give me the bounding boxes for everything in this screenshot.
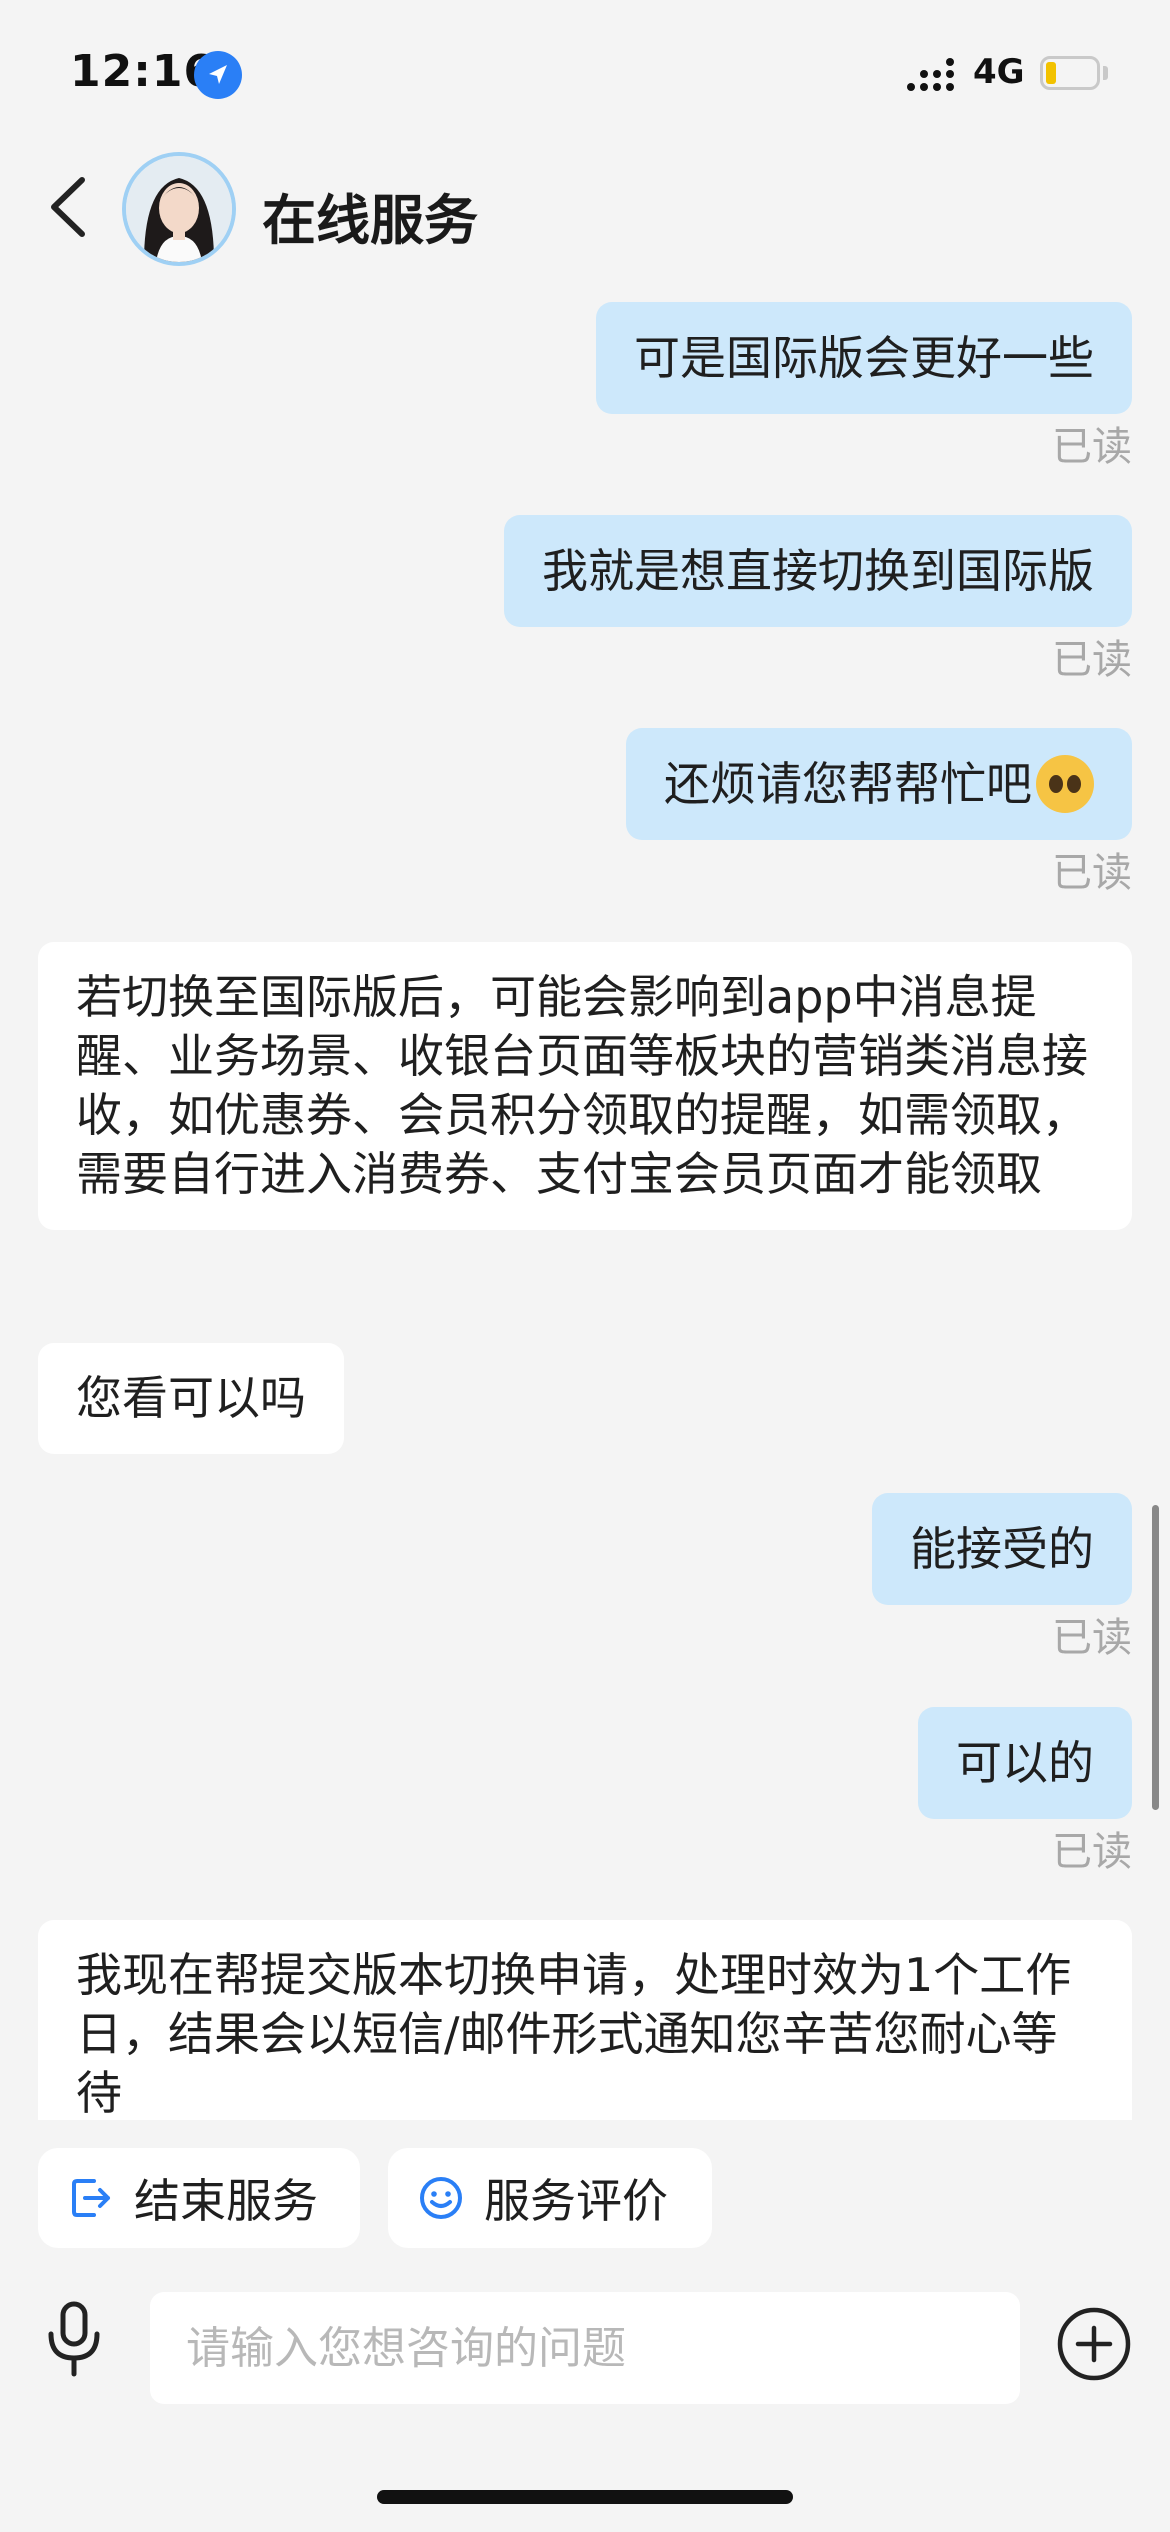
read-status: 已读 xyxy=(1052,850,1132,896)
signal-icon xyxy=(907,58,954,91)
agent-message[interactable]: 若切换至国际版后，可能会影响到app中消息提醒、业务场景、收银台页面等板块的营销… xyxy=(38,942,1132,1230)
pleading-face-emoji xyxy=(1036,755,1094,813)
chat-area[interactable]: 可是国际版会更好一些 已读 我就是想直接切换到国际版 已读 还烦请您帮帮忙吧 已… xyxy=(0,290,1170,2120)
chevron-left-icon[interactable] xyxy=(40,172,100,242)
exit-icon xyxy=(72,2179,110,2217)
rate-service-label: 服务评价 xyxy=(484,2174,668,2228)
location-arrow-icon xyxy=(194,51,242,99)
end-service-button[interactable]: 结束服务 xyxy=(38,2148,360,2248)
home-indicator[interactable] xyxy=(377,2490,793,2504)
plus-circle-icon[interactable] xyxy=(1056,2306,1132,2382)
user-message[interactable]: 我就是想直接切换到国际版 xyxy=(504,515,1132,627)
read-status: 已读 xyxy=(1052,1829,1132,1875)
chat-scrollbar[interactable] xyxy=(1152,1505,1159,1810)
battery-tip xyxy=(1103,66,1108,80)
agent-avatar[interactable] xyxy=(122,152,236,266)
rate-service-button[interactable]: 服务评价 xyxy=(388,2148,712,2248)
network-type: 4G xyxy=(973,52,1025,92)
agent-message[interactable]: 我现在帮提交版本切换申请，处理时效为1个工作日，结果会以短信/邮件形式通知您辛苦… xyxy=(38,1920,1132,2120)
page-title: 在线服务 xyxy=(262,189,478,252)
message-input[interactable] xyxy=(150,2292,1020,2404)
user-message-text: 还烦请您帮帮忙吧 xyxy=(664,756,1032,811)
read-status: 已读 xyxy=(1052,424,1132,470)
read-status: 已读 xyxy=(1052,637,1132,683)
user-message[interactable]: 可以的 xyxy=(918,1707,1132,1819)
agent-message[interactable]: 您看可以吗 xyxy=(38,1343,344,1454)
smiley-icon xyxy=(420,2177,462,2219)
battery-level xyxy=(1046,62,1056,84)
user-message[interactable]: 还烦请您帮帮忙吧 xyxy=(626,728,1132,840)
user-message[interactable]: 可是国际版会更好一些 xyxy=(596,302,1132,414)
microphone-icon[interactable] xyxy=(42,2300,106,2378)
read-status: 已读 xyxy=(1052,1615,1132,1661)
end-service-label: 结束服务 xyxy=(134,2174,318,2228)
user-message[interactable]: 能接受的 xyxy=(872,1493,1132,1605)
